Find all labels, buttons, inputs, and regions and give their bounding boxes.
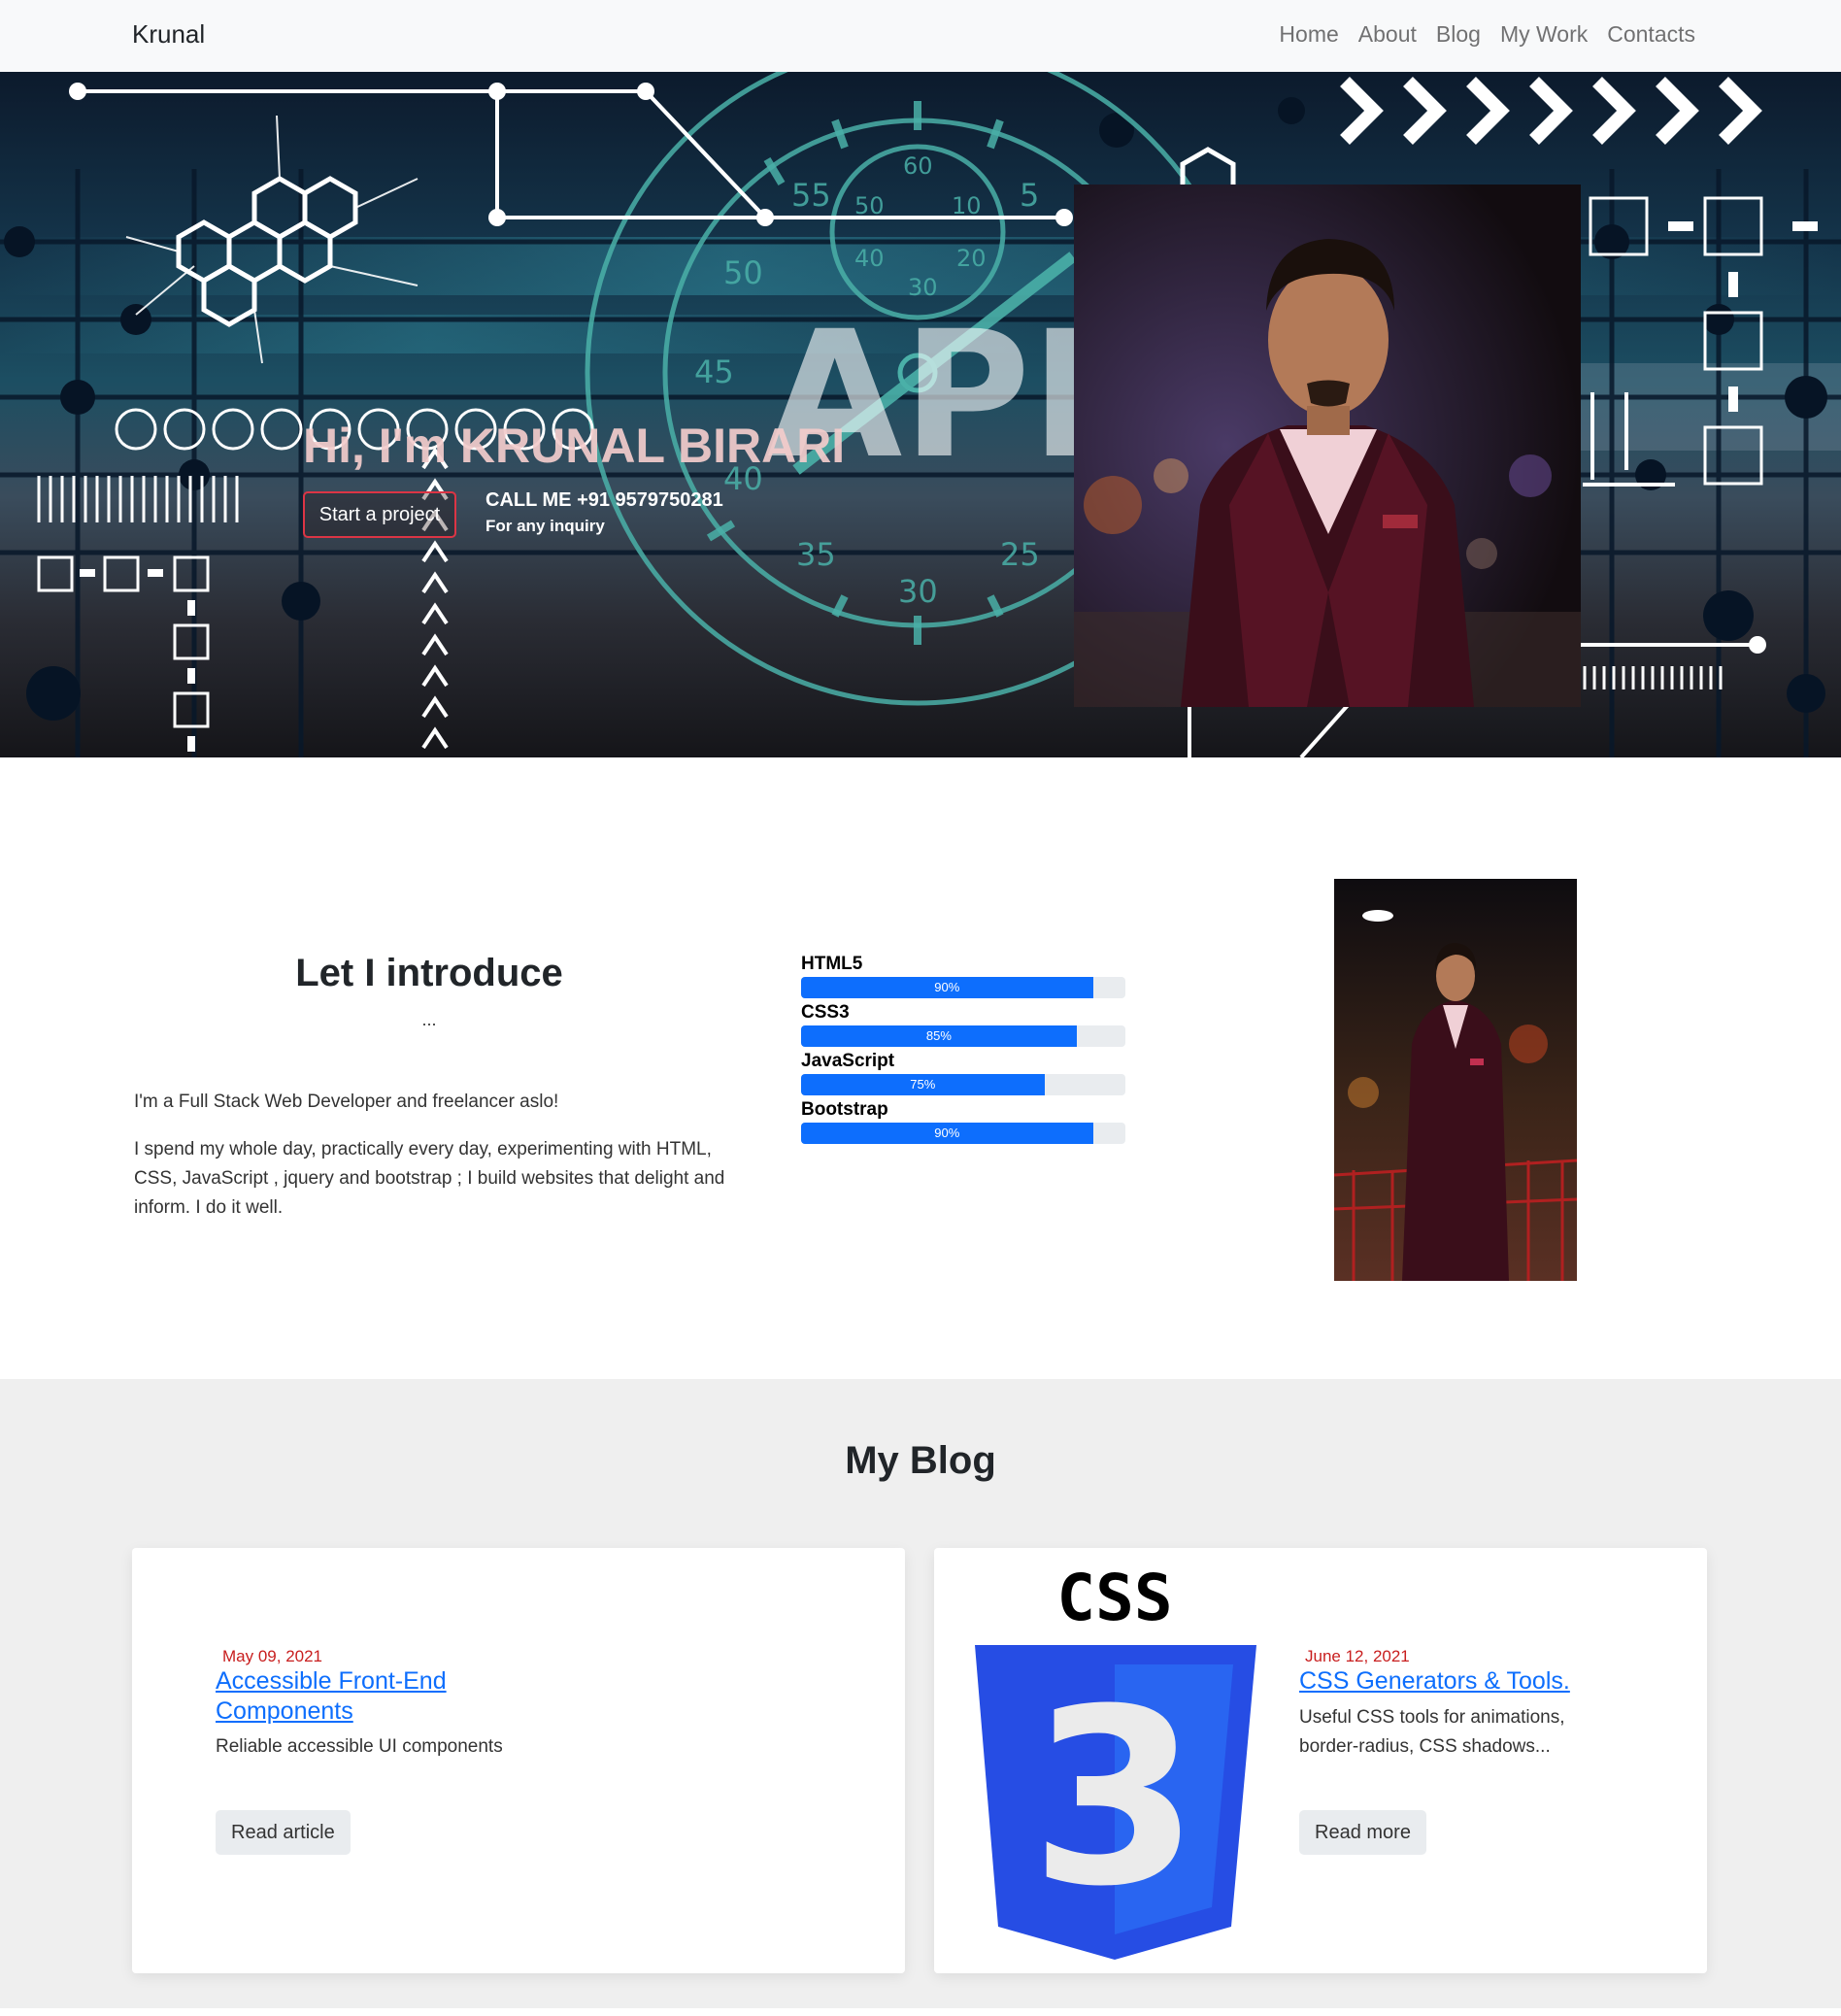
progress-bar-javascript: 75%: [801, 1074, 1045, 1095]
nav-link-contacts[interactable]: Contacts: [1607, 21, 1695, 48]
hero-section: 60 55 50 45 40 35 30 25 5 50 10 40 20 30…: [0, 72, 1841, 757]
brand-link[interactable]: Krunal: [132, 19, 205, 50]
blog-section: My Blog May 09, 2021 Accessible Front-En…: [0, 1379, 1841, 2008]
progress-bar-css3: 85%: [801, 1025, 1077, 1047]
read-article-button[interactable]: Read article: [216, 1810, 351, 1855]
blog-card-date: May 09, 2021: [222, 1647, 323, 1665]
nav-links: Home About Blog My Work Contacts: [1279, 21, 1695, 48]
svg-text:40: 40: [854, 245, 885, 272]
svg-text:50: 50: [723, 254, 763, 291]
intro-title: Let I introduce: [295, 952, 563, 994]
svg-text:55: 55: [791, 177, 831, 214]
hero-title: Hi, I'm KRUNAL BIRARI: [303, 419, 846, 473]
blog-card-description: Useful CSS tools for animations, border-…: [1299, 1707, 1565, 1757]
nav-link-blog[interactable]: Blog: [1436, 21, 1481, 48]
progress-bar-bootstrap: 90%: [801, 1123, 1093, 1144]
blog-card-title-link[interactable]: CSS Generators & Tools.: [1299, 1666, 1620, 1697]
blog-card-title-link[interactable]: Accessible Front-End Components: [216, 1666, 487, 1727]
nav-link-about[interactable]: About: [1358, 21, 1417, 48]
hero-portrait-image: [1074, 185, 1581, 707]
svg-text:10: 10: [952, 192, 982, 219]
about-portrait-image: [1334, 879, 1577, 1281]
blog-card-description: Reliable accessible UI components: [216, 1736, 503, 1757]
progress-javascript: 75%: [801, 1074, 1125, 1095]
svg-text:CSS: CSS: [1056, 1561, 1172, 1635]
skill-label-css3: CSS3: [801, 1002, 850, 1023]
inquiry-text: For any inquiry: [485, 517, 605, 535]
start-project-button[interactable]: Start a project: [303, 491, 456, 538]
call-me-text: CALL ME +91 9579750281: [485, 489, 723, 511]
skills-list: HTML5 90% CSS3 85% JavaScript 75% Bootst…: [801, 952, 1127, 1146]
svg-text:50: 50: [854, 192, 885, 219]
blog-card-date: June 12, 2021: [1305, 1647, 1410, 1665]
svg-text:30: 30: [898, 573, 938, 610]
intro-dots: ...: [421, 1010, 437, 1029]
page-bottom-strip: [0, 2008, 1841, 2016]
navbar: Krunal Home About Blog My Work Contacts: [0, 0, 1841, 72]
progress-css3: 85%: [801, 1025, 1125, 1047]
svg-text:25: 25: [1000, 536, 1040, 573]
svg-text:20: 20: [956, 245, 987, 272]
progress-html5: 90%: [801, 977, 1125, 998]
blog-title: My Blog: [845, 1439, 996, 1482]
blog-card-2: CSS 3 June 12, 2021 CSS Generators & Too…: [934, 1548, 1707, 1973]
intro-paragraph-1: I'm a Full Stack Web Developer and freel…: [134, 1092, 559, 1112]
skill-label-html5: HTML5: [801, 954, 863, 974]
blog-card-1: May 09, 2021 Accessible Front-End Compon…: [132, 1548, 905, 1973]
skill-label-javascript: JavaScript: [801, 1051, 895, 1071]
css3-logo-icon: CSS 3: [975, 1561, 1256, 1960]
nav-link-home[interactable]: Home: [1279, 21, 1338, 48]
skill-label-bootstrap: Bootstrap: [801, 1099, 888, 1120]
nav-link-my-work[interactable]: My Work: [1500, 21, 1588, 48]
svg-text:5: 5: [1020, 177, 1039, 214]
progress-bar-html5: 90%: [801, 977, 1093, 998]
svg-text:45: 45: [694, 353, 734, 390]
progress-bootstrap: 90%: [801, 1123, 1125, 1144]
read-more-button[interactable]: Read more: [1299, 1810, 1426, 1855]
intro-paragraph-2: I spend my whole day, practically every …: [134, 1139, 725, 1218]
svg-text:60: 60: [903, 152, 933, 180]
svg-text:35: 35: [796, 536, 836, 573]
svg-text:3: 3: [1030, 1657, 1199, 1939]
